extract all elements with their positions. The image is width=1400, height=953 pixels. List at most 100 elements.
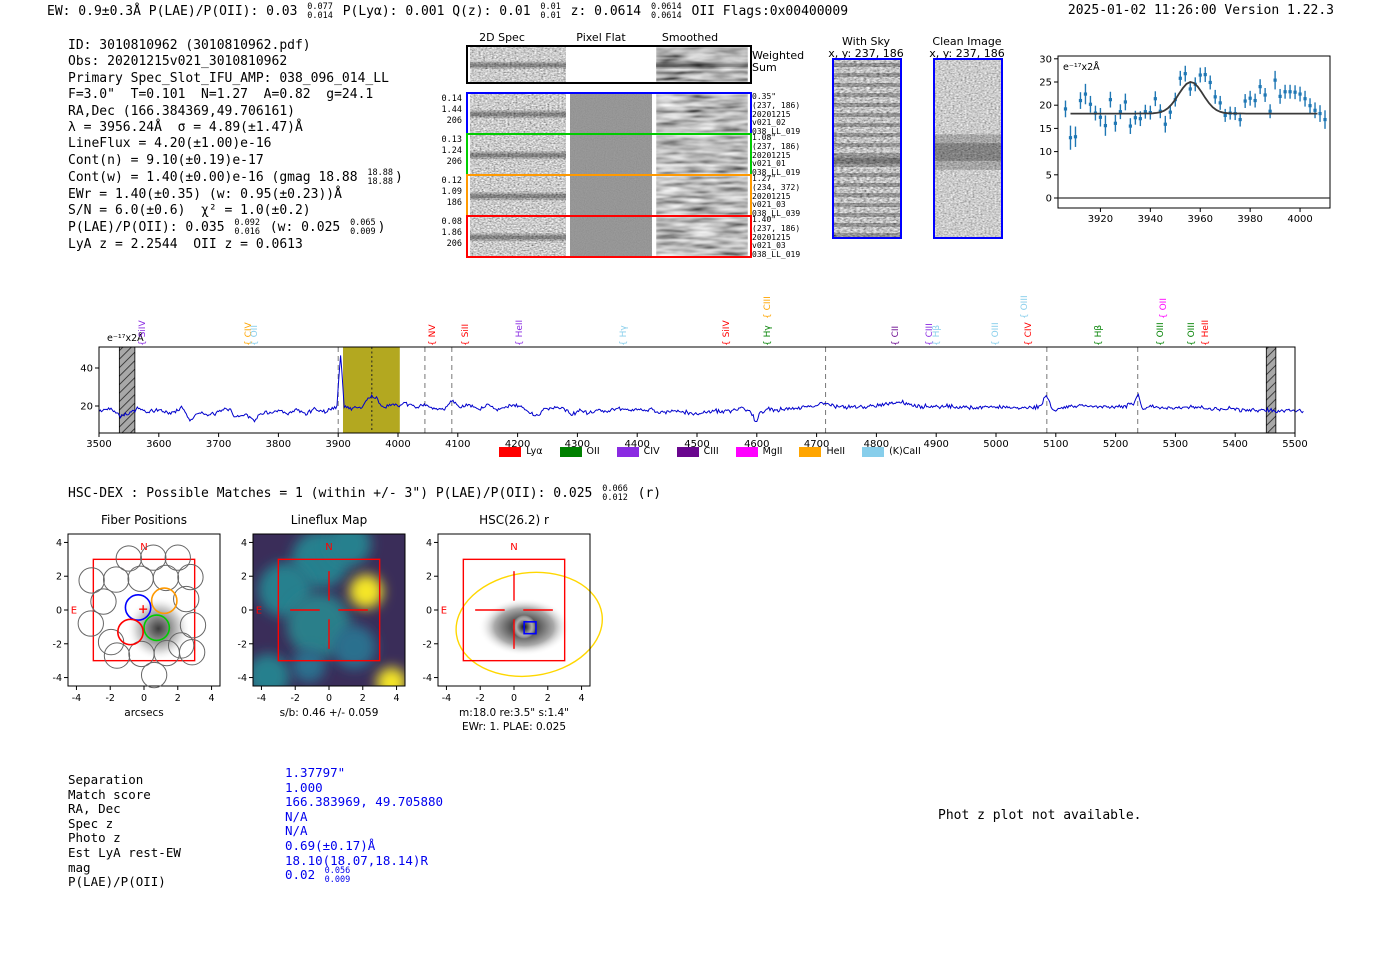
svg-text:HSC(26.2) r: HSC(26.2) r bbox=[479, 513, 549, 527]
svg-text:25: 25 bbox=[1039, 78, 1052, 89]
match-row-label: mag bbox=[68, 859, 91, 875]
spec2d-row bbox=[466, 174, 752, 217]
svg-text:N: N bbox=[510, 542, 517, 553]
panel-pixel-flat bbox=[570, 94, 652, 133]
svg-text:-4: -4 bbox=[53, 673, 62, 684]
noise-image bbox=[935, 60, 1001, 237]
match-row-value: 1.000 bbox=[285, 779, 323, 795]
spectral-line-label: { OIII bbox=[991, 322, 1002, 346]
svg-text:E: E bbox=[256, 606, 262, 617]
stacked-error: 0.065 0.009 bbox=[350, 218, 376, 237]
column-header-2d-spec: 2D Spec bbox=[479, 31, 525, 44]
svg-text:arcsecs: arcsecs bbox=[124, 707, 163, 719]
info-line: Cont(w) = 1.40(±0.00)e-16 (gmag 18.88 18… bbox=[68, 168, 403, 187]
svg-text:s/b: 0.46 +/- 0.059: s/b: 0.46 +/- 0.059 bbox=[280, 707, 379, 719]
legend-item: (K)CaII bbox=[862, 446, 921, 457]
svg-text:0: 0 bbox=[326, 693, 332, 704]
svg-text:2: 2 bbox=[545, 693, 551, 704]
match-row-value: N/A bbox=[285, 808, 308, 824]
noise-image bbox=[656, 94, 748, 133]
svg-text:4: 4 bbox=[579, 693, 585, 704]
stacked-error: 0.0614 0.0614 bbox=[650, 2, 682, 21]
noise-image bbox=[470, 217, 566, 256]
hsc-r-cutout-map: HSC(26.2) r -4 -4 -2 -2 0 0 2 2 4 4 N Em:18.0 re:3.5… bbox=[423, 513, 604, 733]
legend-swatch bbox=[735, 446, 758, 457]
noise-image bbox=[470, 176, 566, 215]
panel-2d-spec bbox=[470, 217, 566, 256]
report-timestamp-version: 2025-01-02 11:26:00 Version 1.22.3 bbox=[1067, 3, 1334, 18]
panel-2d-spec bbox=[470, 94, 566, 133]
spectral-line-label: { HeII bbox=[514, 319, 525, 346]
full-spectrum-plot: 3500 3600 3700 3800 3900 4000 4100 4200 4300 4400… bbox=[80, 346, 1308, 450]
legend-swatch bbox=[862, 446, 885, 457]
svg-text:-4: -4 bbox=[442, 693, 451, 704]
detection-info-block: ID: 3010810962 (3010810962.pdf) Obs: 2020… bbox=[68, 38, 403, 253]
panel-smoothed bbox=[656, 176, 748, 215]
svg-text:0: 0 bbox=[511, 693, 517, 704]
svg-text:E: E bbox=[441, 606, 447, 617]
svg-text:-2: -2 bbox=[238, 639, 247, 650]
spectral-line-label: { OII bbox=[1159, 298, 1170, 319]
svg-text:40: 40 bbox=[80, 364, 93, 375]
match-row-value: 166.383969, 49.705880 bbox=[285, 794, 444, 810]
spectrum-legend: Lyα OII CIV CIII MgII HeII (K)CaII bbox=[80, 446, 1340, 457]
svg-text:N: N bbox=[140, 542, 147, 553]
noise-image bbox=[570, 176, 652, 215]
match-row-value: N/A bbox=[285, 823, 308, 839]
spec2d-row bbox=[466, 92, 752, 135]
info-line: S/N = 6.0(±0.6) χ² = 1.0(±0.2) bbox=[68, 203, 311, 219]
noise-image bbox=[656, 135, 748, 174]
svg-text:15: 15 bbox=[1039, 124, 1052, 135]
svg-text:20: 20 bbox=[80, 402, 93, 413]
legend-swatch bbox=[676, 446, 699, 457]
spectral-line-label: { Hγ bbox=[763, 325, 774, 346]
spectral-line-label: { SiIV bbox=[721, 320, 732, 346]
svg-text:4: 4 bbox=[426, 538, 432, 549]
svg-text:4: 4 bbox=[209, 693, 215, 704]
noise-image bbox=[656, 217, 748, 256]
row-weights-label: 0.08 1.86 206 bbox=[441, 217, 462, 249]
match-row-label: Match score bbox=[68, 786, 151, 802]
legend-item: CIV bbox=[616, 446, 660, 457]
info-line: LineFlux = 4.20(±1.00)e-16 bbox=[68, 136, 272, 152]
spectral-line-label: { CIV bbox=[1023, 322, 1034, 346]
svg-text:-2: -2 bbox=[105, 693, 114, 704]
svg-text:4: 4 bbox=[56, 538, 62, 549]
stacked-error: 18.88 18.88 bbox=[367, 168, 394, 187]
noise-image bbox=[656, 176, 748, 215]
svg-text:4: 4 bbox=[394, 693, 400, 704]
legend-item: CIII bbox=[676, 446, 719, 457]
match-row-label: Separation bbox=[68, 772, 144, 787]
svg-text:4000: 4000 bbox=[1287, 214, 1312, 225]
svg-text:30: 30 bbox=[1039, 54, 1052, 65]
svg-text:4: 4 bbox=[241, 538, 247, 549]
match-row-label: Est LyA rest-EW bbox=[68, 845, 181, 860]
noise-image bbox=[570, 217, 652, 256]
spectral-line-label: { SiIV bbox=[137, 320, 148, 346]
info-line: EWr = 1.40(±0.35) (w: 0.95(±0.23))Å bbox=[68, 186, 342, 202]
spectral-line-label: { Hβ bbox=[932, 324, 943, 346]
noise-image bbox=[570, 135, 652, 174]
svg-text:20: 20 bbox=[1039, 101, 1052, 112]
spectral-line-label: { Hγ bbox=[618, 325, 629, 346]
svg-text:e⁻¹⁷x2Å: e⁻¹⁷x2Å bbox=[1063, 61, 1100, 73]
legend-item: HeII bbox=[799, 446, 845, 457]
info-line: RA,Dec (166.384369,49.706161) bbox=[68, 103, 295, 119]
row-fiber-info-label: 1.08" (237, 186) 20201215 v021_01 038_LL_019 bbox=[752, 133, 801, 178]
panel-smoothed bbox=[656, 217, 748, 256]
svg-text:0: 0 bbox=[141, 693, 147, 704]
panel-2d-spec bbox=[470, 47, 566, 82]
svg-text:3960: 3960 bbox=[1188, 214, 1213, 225]
spec2d-row bbox=[466, 133, 752, 176]
svg-text:-4: -4 bbox=[72, 693, 81, 704]
spectral-line-label: { NV bbox=[427, 324, 438, 346]
photz-unavailable-notice: Phot z plot not available. bbox=[938, 808, 1142, 823]
weighted-sum-label: Weighted Sum bbox=[752, 49, 805, 74]
row-weights-label: 0.14 1.44 206 bbox=[441, 94, 462, 126]
info-line: ID: 3010810962 (3010810962.pdf) bbox=[68, 38, 311, 53]
match-row-label: Spec z bbox=[68, 815, 114, 831]
panel-2d-spec bbox=[470, 135, 566, 174]
svg-text:3980: 3980 bbox=[1237, 214, 1262, 225]
info-line: Obs: 20201215v021_3010810962 bbox=[68, 54, 288, 70]
line-fit-plot: 0 5 10 15 20 25 30 3920 3940 3960 3980 4000 e⁻¹⁷x2Å bbox=[1039, 54, 1331, 225]
